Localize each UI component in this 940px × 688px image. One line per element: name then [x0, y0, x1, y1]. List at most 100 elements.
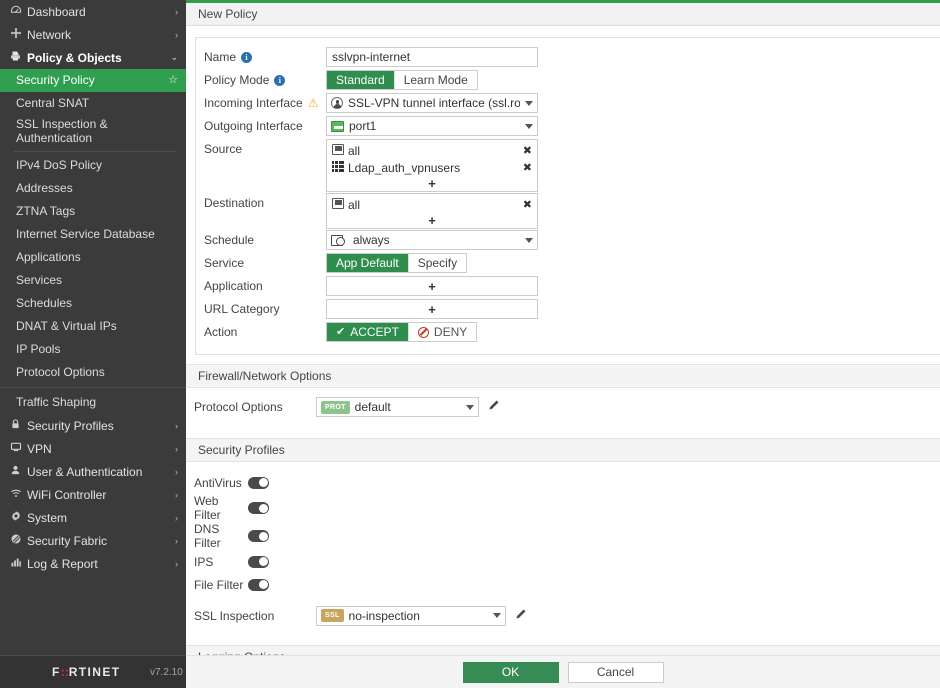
- sidebar-item-ip-pools[interactable]: IP Pools: [0, 338, 186, 361]
- chevron-down-icon[interactable]: [525, 100, 533, 106]
- pencil-icon[interactable]: [487, 399, 500, 415]
- chevron-down-icon[interactable]: [525, 123, 533, 129]
- sidebar-item-internet-service-database[interactable]: Internet Service Database: [0, 223, 186, 246]
- sidebar-nav: Dashboard › Network › Policy & Objects ⌄…: [0, 0, 186, 655]
- action-deny-label: DENY: [433, 325, 468, 339]
- policy-mode-option-learn-mode[interactable]: Learn Mode: [394, 71, 477, 89]
- sidebar-group-label: VPN: [27, 441, 52, 456]
- pencil-icon[interactable]: [514, 608, 527, 624]
- service-option-app-default[interactable]: App Default: [327, 254, 409, 272]
- sidebar-item-security-policy[interactable]: Security Policy ☆: [0, 69, 186, 92]
- logo-rtinet: RTINET: [68, 665, 121, 679]
- label-protocol-options: Protocol Options: [186, 397, 316, 414]
- gear-icon: [7, 510, 24, 525]
- policy-mode-label-text: Policy Mode: [204, 73, 270, 87]
- info-icon[interactable]: i: [274, 74, 286, 86]
- chevron-right-icon: ›: [175, 535, 178, 546]
- sidebar-group-security-fabric[interactable]: Security Fabric ›: [0, 529, 186, 552]
- sidebar-group-system[interactable]: System ›: [0, 506, 186, 529]
- sidebar-item-schedules[interactable]: Schedules: [0, 292, 186, 315]
- dns-filter-toggle[interactable]: [248, 530, 269, 542]
- sidebar-item-applications[interactable]: Applications: [0, 246, 186, 269]
- dashboard-gauge-icon: [7, 4, 24, 19]
- action-option-deny[interactable]: DENY: [408, 323, 477, 341]
- protocol-options-select[interactable]: PROT default: [316, 397, 479, 417]
- network-move-icon: [7, 27, 24, 42]
- destination-list-item[interactable]: all ✖: [327, 196, 537, 213]
- chevron-right-icon: ›: [175, 489, 178, 500]
- chevron-down-icon[interactable]: [493, 613, 501, 618]
- remove-icon[interactable]: ✖: [517, 161, 532, 174]
- info-icon[interactable]: i: [241, 51, 253, 63]
- service-option-specify[interactable]: Specify: [408, 254, 467, 272]
- sidebar-item-ssl-inspection-authentication[interactable]: SSL Inspection & Authentication: [0, 115, 186, 149]
- ssl-inspection-select[interactable]: SSL no-inspection: [316, 605, 506, 626]
- destination-add-button[interactable]: +: [327, 213, 537, 228]
- web-filter-toggle[interactable]: [248, 502, 269, 514]
- sidebar-group-network[interactable]: Network ›: [0, 23, 186, 46]
- schedule-label-text: Schedule: [204, 233, 255, 247]
- field-row-web-filter: Web Filter: [186, 494, 940, 522]
- favorite-star-icon[interactable]: ☆: [164, 74, 178, 87]
- fortinet-brand-bar: F::RTINET v7.2.10: [0, 655, 186, 688]
- dialog-footer: OK Cancel: [186, 655, 940, 688]
- sidebar-divider: [14, 151, 176, 152]
- chevron-down-icon[interactable]: [466, 404, 474, 410]
- action-option-accept[interactable]: ✔ ACCEPT: [327, 323, 409, 341]
- sidebar-group-log-report[interactable]: Log & Report ›: [0, 552, 186, 575]
- field-row-action: Action ✔ ACCEPT DENY: [196, 322, 940, 344]
- ok-button[interactable]: OK: [462, 661, 559, 683]
- application-add-button[interactable]: +: [326, 276, 538, 296]
- outgoing-interface-value: port1: [349, 119, 377, 133]
- label-schedule: Schedule: [196, 230, 326, 247]
- schedule-select[interactable]: always: [326, 230, 538, 250]
- sidebar-item-label: Traffic Shaping: [16, 394, 97, 409]
- incoming-interface-select[interactable]: SSL-VPN tunnel interface (ssl.roo: [326, 93, 538, 113]
- field-row-service: Service App Default Specify: [196, 253, 940, 275]
- outgoing-interface-select[interactable]: port1: [326, 116, 538, 136]
- sidebar-item-protocol-options[interactable]: Protocol Options: [0, 361, 186, 384]
- sidebar-group-label: Security Fabric: [27, 533, 108, 548]
- sidebar-group-security-profiles[interactable]: Security Profiles ›: [0, 414, 186, 437]
- remove-icon[interactable]: ✖: [517, 144, 532, 157]
- sidebar-item-central-snat[interactable]: Central SNAT: [0, 92, 186, 115]
- field-row-file-filter: File Filter: [186, 573, 940, 596]
- sidebar-item-services[interactable]: Services: [0, 269, 186, 292]
- address-object-icon: [332, 143, 346, 158]
- sidebar-item-addresses[interactable]: Addresses: [0, 177, 186, 200]
- cancel-button[interactable]: Cancel: [567, 661, 664, 683]
- sidebar-group-dashboard[interactable]: Dashboard ›: [0, 0, 186, 23]
- ips-toggle[interactable]: [248, 555, 269, 568]
- user-group-icon: [332, 160, 346, 175]
- sidebar-group-vpn[interactable]: VPN ›: [0, 437, 186, 460]
- sidebar-item-ztna-tags[interactable]: ZTNA Tags: [0, 200, 186, 223]
- file-filter-toggle[interactable]: [248, 578, 269, 591]
- section-title: Firewall/Network Options: [198, 369, 332, 383]
- chevron-down-icon[interactable]: [525, 237, 533, 243]
- remove-icon[interactable]: ✖: [517, 198, 532, 211]
- chevron-right-icon: ›: [175, 443, 178, 454]
- policy-mode-option-standard[interactable]: Standard: [327, 71, 395, 89]
- antivirus-toggle[interactable]: [248, 476, 269, 489]
- sidebar-item-label: IP Pools: [16, 341, 61, 356]
- source-list-item[interactable]: Ldap_auth_vpnusers ✖: [327, 159, 537, 176]
- source-add-button[interactable]: +: [327, 176, 537, 191]
- fortinet-logo: F::RTINET: [52, 665, 120, 679]
- field-row-application: Application +: [196, 276, 940, 298]
- sidebar-item-traffic-shaping[interactable]: Traffic Shaping: [0, 391, 186, 414]
- sidebar-group-policy-objects[interactable]: Policy & Objects ⌄: [0, 46, 186, 69]
- deny-icon: [417, 326, 429, 338]
- action-control: ✔ ACCEPT DENY: [326, 322, 538, 342]
- label-name: Name i: [196, 47, 326, 64]
- protocol-options-chip: PROT: [321, 400, 350, 414]
- sidebar-group-user-authentication[interactable]: User & Authentication ›: [0, 460, 186, 483]
- sidebar-group-wifi-controller[interactable]: WiFi Controller ›: [0, 483, 186, 506]
- chevron-right-icon: ›: [175, 420, 178, 431]
- sidebar-group-label: Policy & Objects: [27, 50, 122, 65]
- sidebar-group-label: WiFi Controller: [27, 487, 107, 502]
- name-input[interactable]: sslvpn-internet: [326, 47, 538, 67]
- sidebar-item-ipv4-dos-policy[interactable]: IPv4 DoS Policy: [0, 154, 186, 177]
- source-list-item[interactable]: all ✖: [327, 142, 537, 159]
- sidebar-item-dnat-virtual-ips[interactable]: DNAT & Virtual IPs: [0, 315, 186, 338]
- url-category-add-button[interactable]: +: [326, 299, 538, 319]
